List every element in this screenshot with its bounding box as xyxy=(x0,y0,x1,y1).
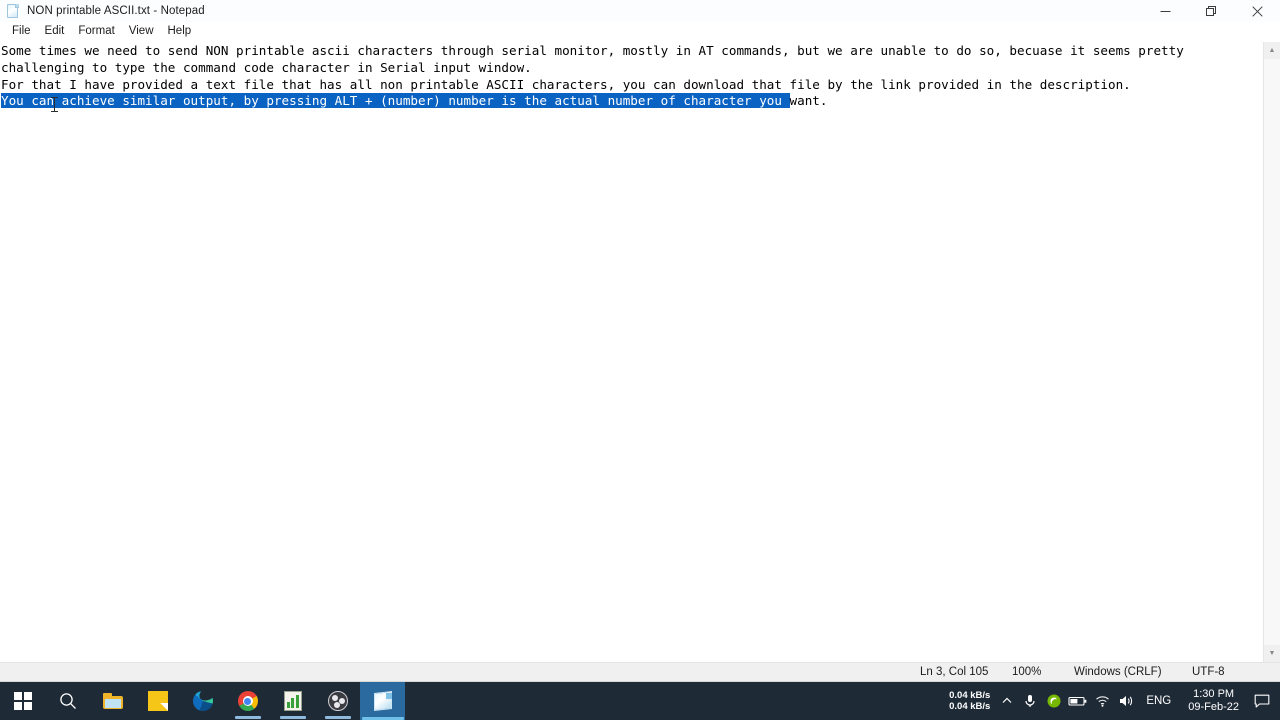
window-title: NON printable ASCII.txt - Notepad xyxy=(27,5,205,17)
taskbar: 0.04 kB/s 0.04 kB/s ENG 1:30 PM 09-Feb-2… xyxy=(0,682,1280,720)
window-controls xyxy=(1142,0,1280,22)
chrome-browser-icon xyxy=(237,690,259,712)
nvidia-icon xyxy=(1047,694,1061,708)
text-run: challenging to type the command code cha… xyxy=(1,59,532,75)
taskbar-buttons xyxy=(0,682,405,720)
volume-button[interactable] xyxy=(1114,682,1138,720)
chart-app-button[interactable] xyxy=(270,682,315,720)
obs-button[interactable] xyxy=(315,682,360,720)
menu-item-help[interactable]: Help xyxy=(161,23,199,40)
microphone-icon xyxy=(1025,695,1035,707)
status-line-ending: Windows (CRLF) xyxy=(1074,666,1162,678)
search-icon xyxy=(59,693,76,709)
wifi-button[interactable] xyxy=(1090,682,1114,720)
network-speed-indicator: 0.04 kB/s 0.04 kB/s xyxy=(943,690,996,712)
volume-icon xyxy=(1119,696,1132,706)
running-indicator xyxy=(234,716,261,719)
text-run: want. xyxy=(789,93,828,109)
menu-item-view[interactable]: View xyxy=(122,23,161,40)
language-indicator[interactable]: ENG xyxy=(1138,682,1179,720)
folder-icon xyxy=(102,690,124,712)
status-bar: Ln 3, Col 105 100% Windows (CRLF) UTF-8 xyxy=(0,662,1280,681)
windows-logo-icon xyxy=(13,692,32,710)
show-hidden-icons-button[interactable] xyxy=(996,682,1018,720)
running-indicator xyxy=(324,716,351,719)
text-run: For that I have provided a text file tha… xyxy=(1,76,1131,92)
text-line: Some times we need to send NON printable… xyxy=(1,43,1263,60)
system-tray: 0.04 kB/s 0.04 kB/s ENG 1:30 PM 09-Feb-2… xyxy=(943,682,1280,720)
menu-item-format[interactable]: Format xyxy=(71,23,121,40)
notepad-button[interactable] xyxy=(360,682,405,720)
sticky-notes-button[interactable] xyxy=(135,682,180,720)
document-text: Some times we need to send NON printable… xyxy=(1,43,1263,110)
menu-item-edit[interactable]: Edit xyxy=(38,23,72,40)
editor-area: Some times we need to send NON printable… xyxy=(0,42,1280,662)
status-zoom-level[interactable]: 100% xyxy=(1000,663,1062,682)
nvidia-button[interactable] xyxy=(1042,682,1066,720)
text-editor[interactable]: Some times we need to send NON printable… xyxy=(0,42,1263,662)
clock-date: 09-Feb-22 xyxy=(1188,701,1239,713)
text-line: challenging to type the command code cha… xyxy=(1,60,1263,77)
sticky-note-icon xyxy=(147,690,169,712)
battery-button[interactable] xyxy=(1066,682,1090,720)
minimize-button[interactable] xyxy=(1142,0,1188,22)
title-bar: NON printable ASCII.txt - Notepad xyxy=(0,0,1280,22)
running-indicator xyxy=(279,716,306,719)
scroll-down-arrow-icon[interactable]: ▼ xyxy=(1264,645,1280,662)
text-line: For that I have provided a text file tha… xyxy=(1,77,1263,94)
edge-browser-icon xyxy=(192,685,218,712)
edge-button[interactable] xyxy=(180,682,225,720)
restore-button[interactable] xyxy=(1188,0,1234,22)
start-button[interactable] xyxy=(0,682,45,720)
microphone-button[interactable] xyxy=(1018,682,1042,720)
scrollbar-track[interactable] xyxy=(1264,59,1280,645)
text-line: You can achieve similar output, by press… xyxy=(1,93,1263,110)
status-cursor-position: Ln 3, Col 105 xyxy=(920,666,989,678)
clock-time: 1:30 PM xyxy=(1193,688,1235,700)
menu-item-file[interactable]: File xyxy=(5,23,38,40)
wifi-icon xyxy=(1095,696,1109,707)
minimize-icon xyxy=(1160,10,1170,12)
selected-text: You can achieve similar output, by press… xyxy=(1,93,790,109)
search-button[interactable] xyxy=(45,682,90,720)
clock[interactable]: 1:30 PM 09-Feb-22 xyxy=(1179,682,1248,720)
notification-icon xyxy=(1254,694,1270,708)
status-encoding: UTF-8 xyxy=(1192,666,1225,678)
menu-bar: File Edit Format View Help xyxy=(0,22,1280,42)
chart-document-icon xyxy=(282,690,304,712)
vertical-scrollbar[interactable]: ▲ ▼ xyxy=(1263,42,1280,662)
action-center-button[interactable] xyxy=(1248,682,1276,720)
scroll-up-arrow-icon[interactable]: ▲ xyxy=(1264,42,1280,59)
notepad-document-icon xyxy=(372,690,394,712)
obs-studio-icon xyxy=(327,690,349,712)
notepad-window: NON printable ASCII.txt - Notepad File E… xyxy=(0,0,1280,682)
restore-icon xyxy=(1205,5,1216,16)
chrome-button[interactable] xyxy=(225,682,270,720)
chevron-up-icon xyxy=(1002,697,1012,703)
network-download-speed: 0.04 kB/s xyxy=(949,690,991,701)
close-icon xyxy=(1251,5,1263,17)
battery-icon xyxy=(1068,696,1087,706)
notepad-document-icon xyxy=(5,3,21,19)
text-run: Some times we need to send NON printable… xyxy=(1,43,1184,58)
file-explorer-button[interactable] xyxy=(90,682,135,720)
network-upload-speed: 0.04 kB/s xyxy=(949,701,991,712)
close-button[interactable] xyxy=(1234,0,1280,22)
